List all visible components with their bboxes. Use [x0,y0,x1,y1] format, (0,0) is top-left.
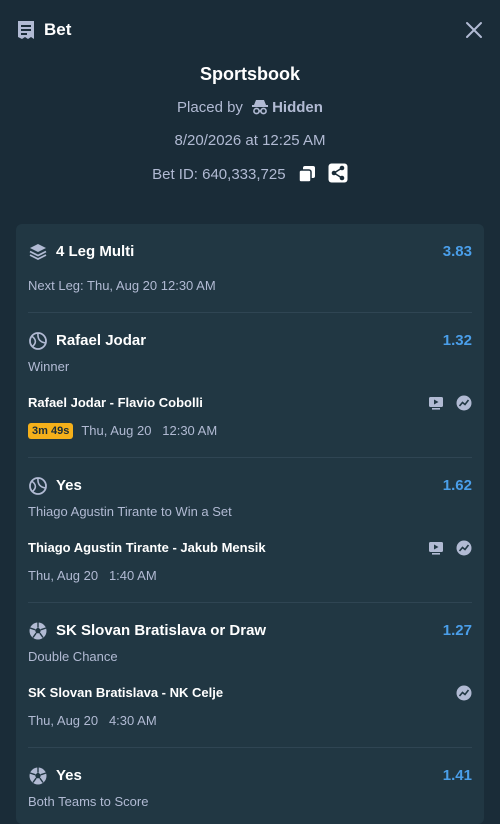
live-stream-icon[interactable] [428,540,444,556]
leg-time-line: 3m 49s Thu, Aug 20 12:30 AM [28,423,217,439]
divider [28,747,472,748]
divider [28,457,472,458]
sportsbook-heading: Sportsbook [199,64,300,84]
leg-selection: Yes [56,767,82,784]
leg-odds: 1.62 [442,477,472,494]
leg-match[interactable]: Thiago Agustin Tirante - Jakub Mensik [28,540,266,555]
stats-icon[interactable] [456,395,472,411]
next-leg: Next Leg: Thu, Aug 20 12:30 AM [28,278,216,293]
placed-by-line: Placed by Hidden [0,99,500,116]
divider [28,312,472,313]
tennis-ball-icon [29,332,47,350]
divider [28,602,472,603]
share-icon[interactable] [328,163,348,183]
modal-title: Bet [44,20,72,39]
live-stream-icon[interactable] [428,395,444,411]
countdown-badge: 3m 49s [28,423,74,439]
modal-header: Bet [0,0,500,60]
placed-by-user: Hidden [272,99,323,116]
leg-odds: 1.41 [442,767,472,784]
leg-odds: 1.27 [442,622,472,639]
soccer-ball-icon [29,622,47,640]
leg-match[interactable]: Rafael Jodar - Flavio Cobolli [28,395,203,410]
close-icon[interactable] [464,20,484,40]
tennis-ball-icon [29,477,47,495]
multi-odds: 3.83 [442,243,472,260]
bet-id: Bet ID: 640,333,725 [152,166,286,183]
leg-market: Winner [28,359,70,374]
leg-market: Double Chance [28,649,118,664]
layers-icon [29,244,47,261]
leg-time: Thu, Aug 20 4:30 AM [28,713,157,728]
bet-slip-icon [18,21,34,39]
stats-icon[interactable] [456,540,472,556]
leg-match[interactable]: SK Slovan Bratislava - NK Celje [28,685,223,700]
leg-selection: SK Slovan Bratislava or Draw [56,622,267,639]
leg-selection: Yes [56,477,82,494]
leg-market: Thiago Agustin Tirante to Win a Set [28,504,232,519]
bet-id-line: Bet ID: 640,333,725 [0,163,500,183]
bet-date: 8/20/2026 at 12:25 AM [174,132,326,149]
soccer-ball-icon [29,767,47,785]
stats-icon[interactable] [456,685,472,701]
incognito-icon [252,100,269,115]
leg-odds: 1.32 [442,332,472,349]
leg-market: Both Teams to Score [28,794,149,809]
leg-selection: Rafael Jodar [56,332,147,349]
multi-title: 4 Leg Multi [56,243,135,260]
bet-legs-card: 4 Leg Multi 3.83 Next Leg: Thu, Aug 20 1… [16,224,484,824]
copy-icon[interactable] [297,165,316,183]
leg-time: Thu, Aug 20 1:40 AM [28,568,157,583]
leg-time: Thu, Aug 20 12:30 AM [81,423,218,438]
placed-by-label: Placed by [177,99,243,116]
